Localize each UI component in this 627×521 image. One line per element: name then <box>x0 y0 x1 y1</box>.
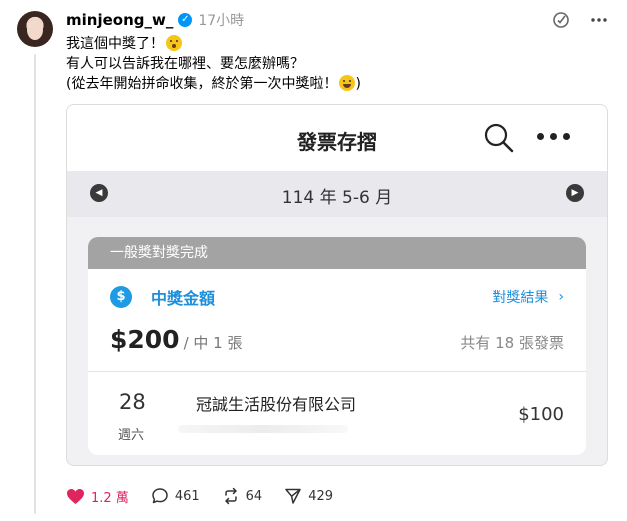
thread-line <box>34 54 36 514</box>
app-title: 發票存摺 <box>297 130 377 154</box>
invoice-row: 28 週六 冠誠生活股份有限公司 $100 <box>88 372 586 455</box>
chevron-right-icon: › <box>558 289 564 305</box>
winning-count: / 中 1 張 <box>183 334 243 352</box>
surprised-emoji-icon <box>166 35 182 51</box>
amount-row: $200 / 中 1 張 共有 18 張發票 <box>110 325 564 355</box>
app-more-icon <box>537 133 570 140</box>
share-icon <box>285 488 301 504</box>
search-icon <box>482 121 516 155</box>
post-top-actions <box>550 9 610 31</box>
like-button[interactable]: 1.2 萬 <box>66 487 129 506</box>
invoice-total: 共有 18 張發票 <box>460 334 564 352</box>
repost-icon <box>224 487 237 505</box>
period-selector: ◀ 114 年 5-6 月 ▶ <box>67 171 607 217</box>
app-bar: 發票存摺 <box>67 105 607 171</box>
invoice-amount: $100 <box>518 404 564 425</box>
like-count: 1.2 萬 <box>91 490 129 506</box>
repost-button[interactable]: 64 <box>222 487 263 505</box>
subscribe-icon[interactable] <box>550 9 572 31</box>
dollar-icon: $ <box>110 286 132 308</box>
share-button[interactable]: 429 <box>284 487 333 505</box>
heart-icon <box>67 488 84 504</box>
comment-button[interactable]: 461 <box>151 487 200 505</box>
prize-row: $ 中獎金額 對獎結果 › <box>110 285 564 309</box>
comment-icon <box>152 488 168 504</box>
next-period-icon: ▶ <box>566 184 584 202</box>
verified-icon: ✓ <box>178 13 193 27</box>
invoice-day: 28 <box>119 390 146 414</box>
username[interactable]: minjeong_w_ <box>66 11 173 29</box>
invoice-weekday: 週六 <box>118 428 145 443</box>
prize-result-link: 對獎結果 › <box>492 289 564 306</box>
post-actions: 1.2 萬 461 64 429 <box>66 486 355 506</box>
post-line-3: (從去年開始拼命收集，終於第一次中獎啦！) <box>66 75 361 92</box>
blurred-detail <box>178 425 348 433</box>
post-time[interactable]: 17小時 <box>198 10 244 30</box>
invoice-company: 冠誠生活股份有限公司 <box>196 395 357 414</box>
share-count: 429 <box>308 488 334 504</box>
post-header: minjeong_w_ ✓ 17小時 <box>66 10 244 30</box>
repost-count: 64 <box>245 488 263 504</box>
post-line-2: 有人可以告訴我在哪裡、要怎麼辦嗎？ <box>66 56 304 72</box>
comment-count: 461 <box>174 488 200 504</box>
attached-screenshot[interactable]: 發票存摺 ◀ 114 年 5-6 月 ▶ 一般獎對獎完成 $ 中獎金額 對獎結果… <box>66 104 608 466</box>
post-text: 我這個中獎了！ 有人可以告訴我在哪裡、要怎麼辦嗎？ (從去年開始拼命收集，終於第… <box>66 34 361 94</box>
post-line-1: 我這個中獎了！ <box>66 34 361 54</box>
avatar[interactable] <box>17 11 53 47</box>
period-label: 114 年 5-6 月 <box>281 188 393 208</box>
prize-result-card: 一般獎對獎完成 $ 中獎金額 對獎結果 › $200 / 中 1 張 共有 18… <box>88 237 586 455</box>
result-header: 一般獎對獎完成 <box>88 237 586 269</box>
laughing-emoji-icon <box>339 75 356 91</box>
prize-label: 中獎金額 <box>151 289 216 308</box>
more-icon[interactable] <box>588 9 610 31</box>
prize-amount: $200 <box>110 325 180 354</box>
